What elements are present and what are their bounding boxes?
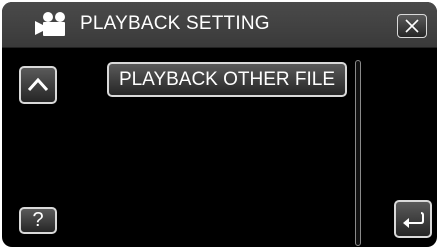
close-button[interactable]: [397, 14, 427, 38]
return-arrow-icon: [403, 212, 424, 228]
back-button[interactable]: [394, 200, 432, 238]
page-title: PLAYBACK SETTING: [80, 13, 270, 34]
help-button[interactable]: ?: [19, 207, 57, 234]
video-camera-icon: [35, 12, 65, 36]
scroll-up-button[interactable]: [19, 66, 57, 104]
menu-item-playback-other-file[interactable]: PLAYBACK OTHER FILE: [107, 62, 347, 97]
header-bar: PLAYBACK SETTING: [2, 2, 437, 48]
camera-screen: PLAYBACK SETTING PLAYBACK OTHER FILE ?: [2, 2, 437, 247]
help-label: ?: [32, 209, 44, 231]
menu-item-label: PLAYBACK OTHER FILE: [118, 68, 336, 90]
scrollbar[interactable]: [355, 60, 361, 246]
chevron-up-icon: [27, 77, 49, 92]
close-x-icon: [405, 19, 419, 33]
